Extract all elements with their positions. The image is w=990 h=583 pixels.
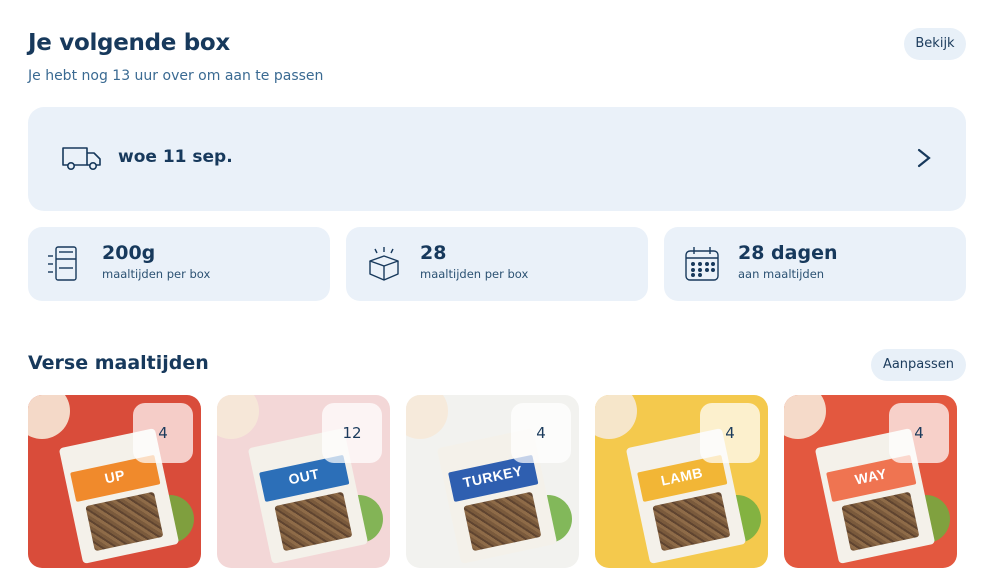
quantity-badge: 4 [133,403,193,463]
quantity-badge: 4 [700,403,760,463]
delivery-card[interactable]: woe 11 sep. [28,107,966,211]
package-contents [463,491,542,552]
duration-card: 28 dagen aan maaltijden [664,227,966,301]
meal-card[interactable]: WAY 4 [784,395,957,568]
fridge-icon [48,246,77,281]
stat-value: 28 [420,242,447,264]
adjust-meals-button[interactable]: Aanpassen [871,349,966,381]
stat-value: 200g [102,242,156,264]
package-contents [85,491,164,552]
truck-icon [62,147,101,170]
page-title: Je volgende box [28,30,230,56]
stat-label: maaltijden per box [420,267,529,281]
portion-size-card: 200g maaltijden per box [28,227,330,301]
section-title: Verse maaltijden [28,352,209,374]
view-box-button[interactable]: Bekijk [904,28,966,60]
package-contents [652,491,731,552]
delivery-date: woe 11 sep. [118,147,233,167]
meal-card[interactable]: LAMB 4 [595,395,768,568]
quantity-badge: 4 [889,403,949,463]
box-icon [369,247,399,281]
stat-value: 28 dagen [738,242,838,264]
calendar-icon [685,247,719,281]
package-contents [274,491,353,552]
stat-label: aan maaltijden [738,267,825,281]
quantity-badge: 12 [322,403,382,463]
meal-count-card: 28 maaltijden per box [346,227,648,301]
edit-deadline-text: Je hebt nog 13 uur over om aan te passen [28,68,324,84]
package-contents [841,491,920,552]
meal-card[interactable]: OUT 12 [217,395,390,568]
quantity-badge: 4 [511,403,571,463]
stat-label: maaltijden per box [102,267,211,281]
meal-card[interactable]: UP 4 [28,395,201,568]
chevron-right-icon[interactable] [916,147,932,169]
meal-card[interactable]: TURKEY 4 [406,395,579,568]
